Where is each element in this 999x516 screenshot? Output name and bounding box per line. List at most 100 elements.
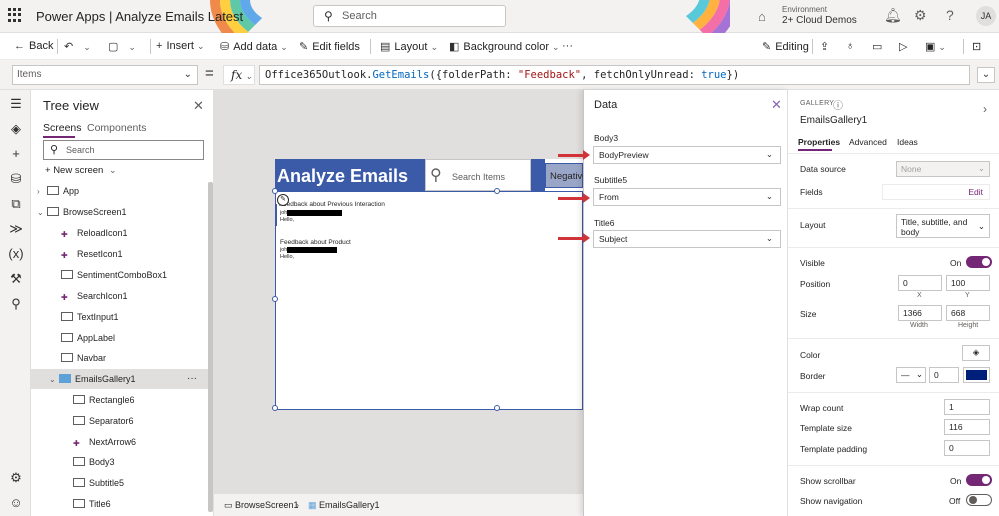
- virtual-agent-icon[interactable]: ☺: [8, 495, 24, 510]
- editing-mode-button[interactable]: ✎ Editing: [762, 40, 809, 53]
- position-y-input[interactable]: 100: [946, 275, 990, 291]
- resize-handle[interactable]: [272, 188, 278, 194]
- show-navigation-toggle[interactable]: [966, 494, 992, 506]
- breadcrumb-control[interactable]: ▦ EmailsGallery1: [308, 500, 380, 511]
- insert-button[interactable]: + Insert ⌄: [156, 40, 205, 52]
- position-x-input[interactable]: 0: [898, 275, 942, 291]
- back-button[interactable]: ← Back: [14, 40, 53, 52]
- database-icon[interactable]: ⛁: [8, 171, 24, 187]
- field-select-body3[interactable]: BodyPreview ⌄: [593, 146, 781, 164]
- play-icon[interactable]: ▷: [899, 40, 907, 53]
- field-select-subtitle5[interactable]: From ⌄: [593, 188, 781, 206]
- background-color-button[interactable]: ◧ Background color ⌄: [449, 40, 560, 53]
- tab-components[interactable]: Components: [87, 122, 147, 134]
- edit-template-icon[interactable]: ✎: [277, 194, 289, 206]
- tree-scrollbar[interactable]: [208, 182, 213, 512]
- tree-node-emailsgallery1[interactable]: ⌄ EmailsGallery1: [49, 369, 136, 389]
- tree-node-app[interactable]: › App: [37, 181, 79, 201]
- add-data-button[interactable]: ⛁ Add data ⌄: [220, 40, 288, 53]
- avatar[interactable]: JA: [976, 6, 996, 26]
- tree-node-reloadicon1[interactable]: ✚ ReloadIcon1: [61, 223, 128, 243]
- visible-toggle[interactable]: [966, 256, 992, 268]
- app-navbar[interactable]: Analyze Emails: [275, 159, 425, 191]
- advanced-tools-icon[interactable]: ⚒: [8, 271, 24, 287]
- tree-node-applabel[interactable]: AppLabel: [61, 328, 115, 348]
- variables-icon[interactable]: (x): [8, 246, 24, 261]
- help-icon[interactable]: ⓘ: [833, 97, 843, 112]
- tab-advanced[interactable]: Advanced: [849, 137, 887, 147]
- app-checker-icon[interactable]: ♁: [846, 40, 854, 52]
- gear-icon[interactable]: ⚙: [914, 7, 927, 24]
- tree-node-separator6[interactable]: Separator6: [73, 411, 134, 431]
- hamburger-icon[interactable]: ☰: [8, 96, 24, 112]
- tab-properties[interactable]: Properties: [798, 137, 840, 147]
- publish-icon[interactable]: ⊡: [972, 40, 981, 53]
- tab-ideas[interactable]: Ideas: [897, 137, 918, 147]
- media-icon[interactable]: ⧉: [8, 196, 24, 212]
- undo-button[interactable]: ↶ ⌄: [64, 40, 91, 53]
- resize-handle[interactable]: [494, 405, 500, 411]
- resize-handle[interactable]: [272, 296, 278, 302]
- emails-gallery[interactable]: Feedback about Previous Interaction joh …: [275, 191, 583, 410]
- tree-node-sentimentcombobox1[interactable]: SentimentComboBox1: [61, 265, 167, 285]
- environment-name[interactable]: 2+ Cloud Demos: [782, 15, 857, 26]
- show-scrollbar-toggle[interactable]: [966, 474, 992, 486]
- tree-node-browsescreen1[interactable]: ⌄ BrowseScreen1: [37, 202, 127, 222]
- tree-search-input[interactable]: ⚲ Search: [43, 140, 204, 160]
- border-width-input[interactable]: 0: [929, 367, 959, 383]
- template-padding-input[interactable]: 0: [944, 440, 990, 456]
- breadcrumb-screen[interactable]: ▭ BrowseScreen1: [224, 500, 299, 511]
- new-screen-button[interactable]: + New screen ⌄: [45, 165, 117, 176]
- layout-button[interactable]: ▤ Layout ⌄: [380, 40, 438, 53]
- plus-icon[interactable]: +: [8, 146, 24, 161]
- more-commands-button[interactable]: ···: [562, 40, 573, 52]
- tree-node-title6[interactable]: Title6: [73, 494, 111, 514]
- tree-node-navbar[interactable]: Navbar: [61, 348, 106, 368]
- tree-node-body3[interactable]: Body3: [73, 452, 115, 472]
- power-automate-icon[interactable]: ≫: [8, 221, 24, 237]
- close-icon[interactable]: ✕: [771, 97, 782, 113]
- paste-button[interactable]: ▢ ⌄: [108, 40, 136, 53]
- color-picker-button[interactable]: ◈: [962, 345, 990, 361]
- sentiment-combobox[interactable]: Negative: [545, 163, 588, 188]
- resize-handle[interactable]: [494, 188, 500, 194]
- fx-button[interactable]: fx ⌄: [223, 65, 255, 85]
- data-source-dropdown[interactable]: None ⌄: [896, 161, 990, 177]
- help-icon[interactable]: ?: [946, 7, 954, 23]
- expand-formula-button[interactable]: ⌄: [977, 67, 995, 83]
- formula-input[interactable]: Office365Outlook.GetEmails({folderPath: …: [259, 65, 970, 85]
- global-search-input[interactable]: ⚲ Search: [313, 5, 506, 27]
- border-color-picker[interactable]: [963, 367, 990, 383]
- save-icon[interactable]: ▣ ⌄: [925, 40, 946, 53]
- app-launcher-icon[interactable]: [8, 8, 22, 22]
- edit-fields-button[interactable]: ✎ Edit fields: [299, 40, 360, 53]
- search-icon[interactable]: ⚲: [8, 296, 24, 312]
- tree-node-searchicon1[interactable]: ✚ SearchIcon1: [61, 286, 128, 306]
- tree-node-reseticon1[interactable]: ✚ ResetIcon1: [61, 244, 123, 264]
- resize-handle[interactable]: [272, 405, 278, 411]
- field-select-title6[interactable]: Subject ⌄: [593, 230, 781, 248]
- fields-edit-link[interactable]: Edit: [968, 187, 983, 197]
- tree-node-subtitle5[interactable]: Subtitle5: [73, 473, 124, 493]
- bell-icon[interactable]: 🔔︎: [884, 7, 902, 24]
- layout-dropdown[interactable]: Title, subtitle, and body ⌄: [896, 214, 990, 238]
- share-icon[interactable]: ⇪: [820, 40, 829, 53]
- property-dropdown[interactable]: Items ⌄: [12, 65, 198, 85]
- layers-icon[interactable]: ◈: [8, 121, 24, 137]
- border-style-dropdown[interactable]: — ⌄: [896, 367, 926, 383]
- fields-edit-box[interactable]: Edit: [882, 184, 990, 200]
- tree-node-textinput1[interactable]: TextInput1: [61, 307, 119, 327]
- chevron-right-icon[interactable]: ›: [983, 102, 987, 116]
- app-search-input[interactable]: ⚲ Search Items: [425, 159, 531, 191]
- tree-node-nextarrow6[interactable]: ✚ NextArrow6: [73, 432, 136, 452]
- wrap-count-input[interactable]: 1: [944, 399, 990, 415]
- more-options-button[interactable]: ···: [187, 369, 197, 389]
- close-icon[interactable]: ✕: [193, 98, 204, 114]
- settings-icon[interactable]: ⚙: [8, 470, 24, 486]
- comments-icon[interactable]: ▭: [872, 40, 882, 53]
- height-input[interactable]: 668: [946, 305, 990, 321]
- tree-node-rectangle6[interactable]: Rectangle6: [73, 390, 135, 410]
- tab-screens[interactable]: Screens: [43, 122, 82, 134]
- template-size-input[interactable]: 116: [944, 419, 990, 435]
- app-screen-preview[interactable]: Analyze Emails ⚲ Search Items Negative F…: [272, 159, 588, 411]
